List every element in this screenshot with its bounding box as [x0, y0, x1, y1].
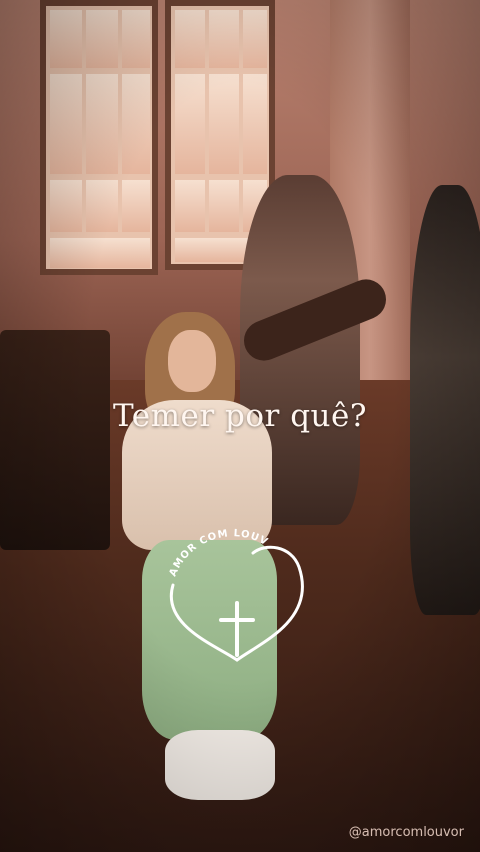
account-handle: @amorcomlouvor [348, 825, 464, 840]
video-frame: Temer por quê? AMOR COM LOUVOR @amorcoml… [0, 0, 480, 852]
lyric-caption: Temer por quê? [113, 398, 367, 434]
amor-com-louvor-logo: AMOR COM LOUVOR [165, 525, 304, 662]
